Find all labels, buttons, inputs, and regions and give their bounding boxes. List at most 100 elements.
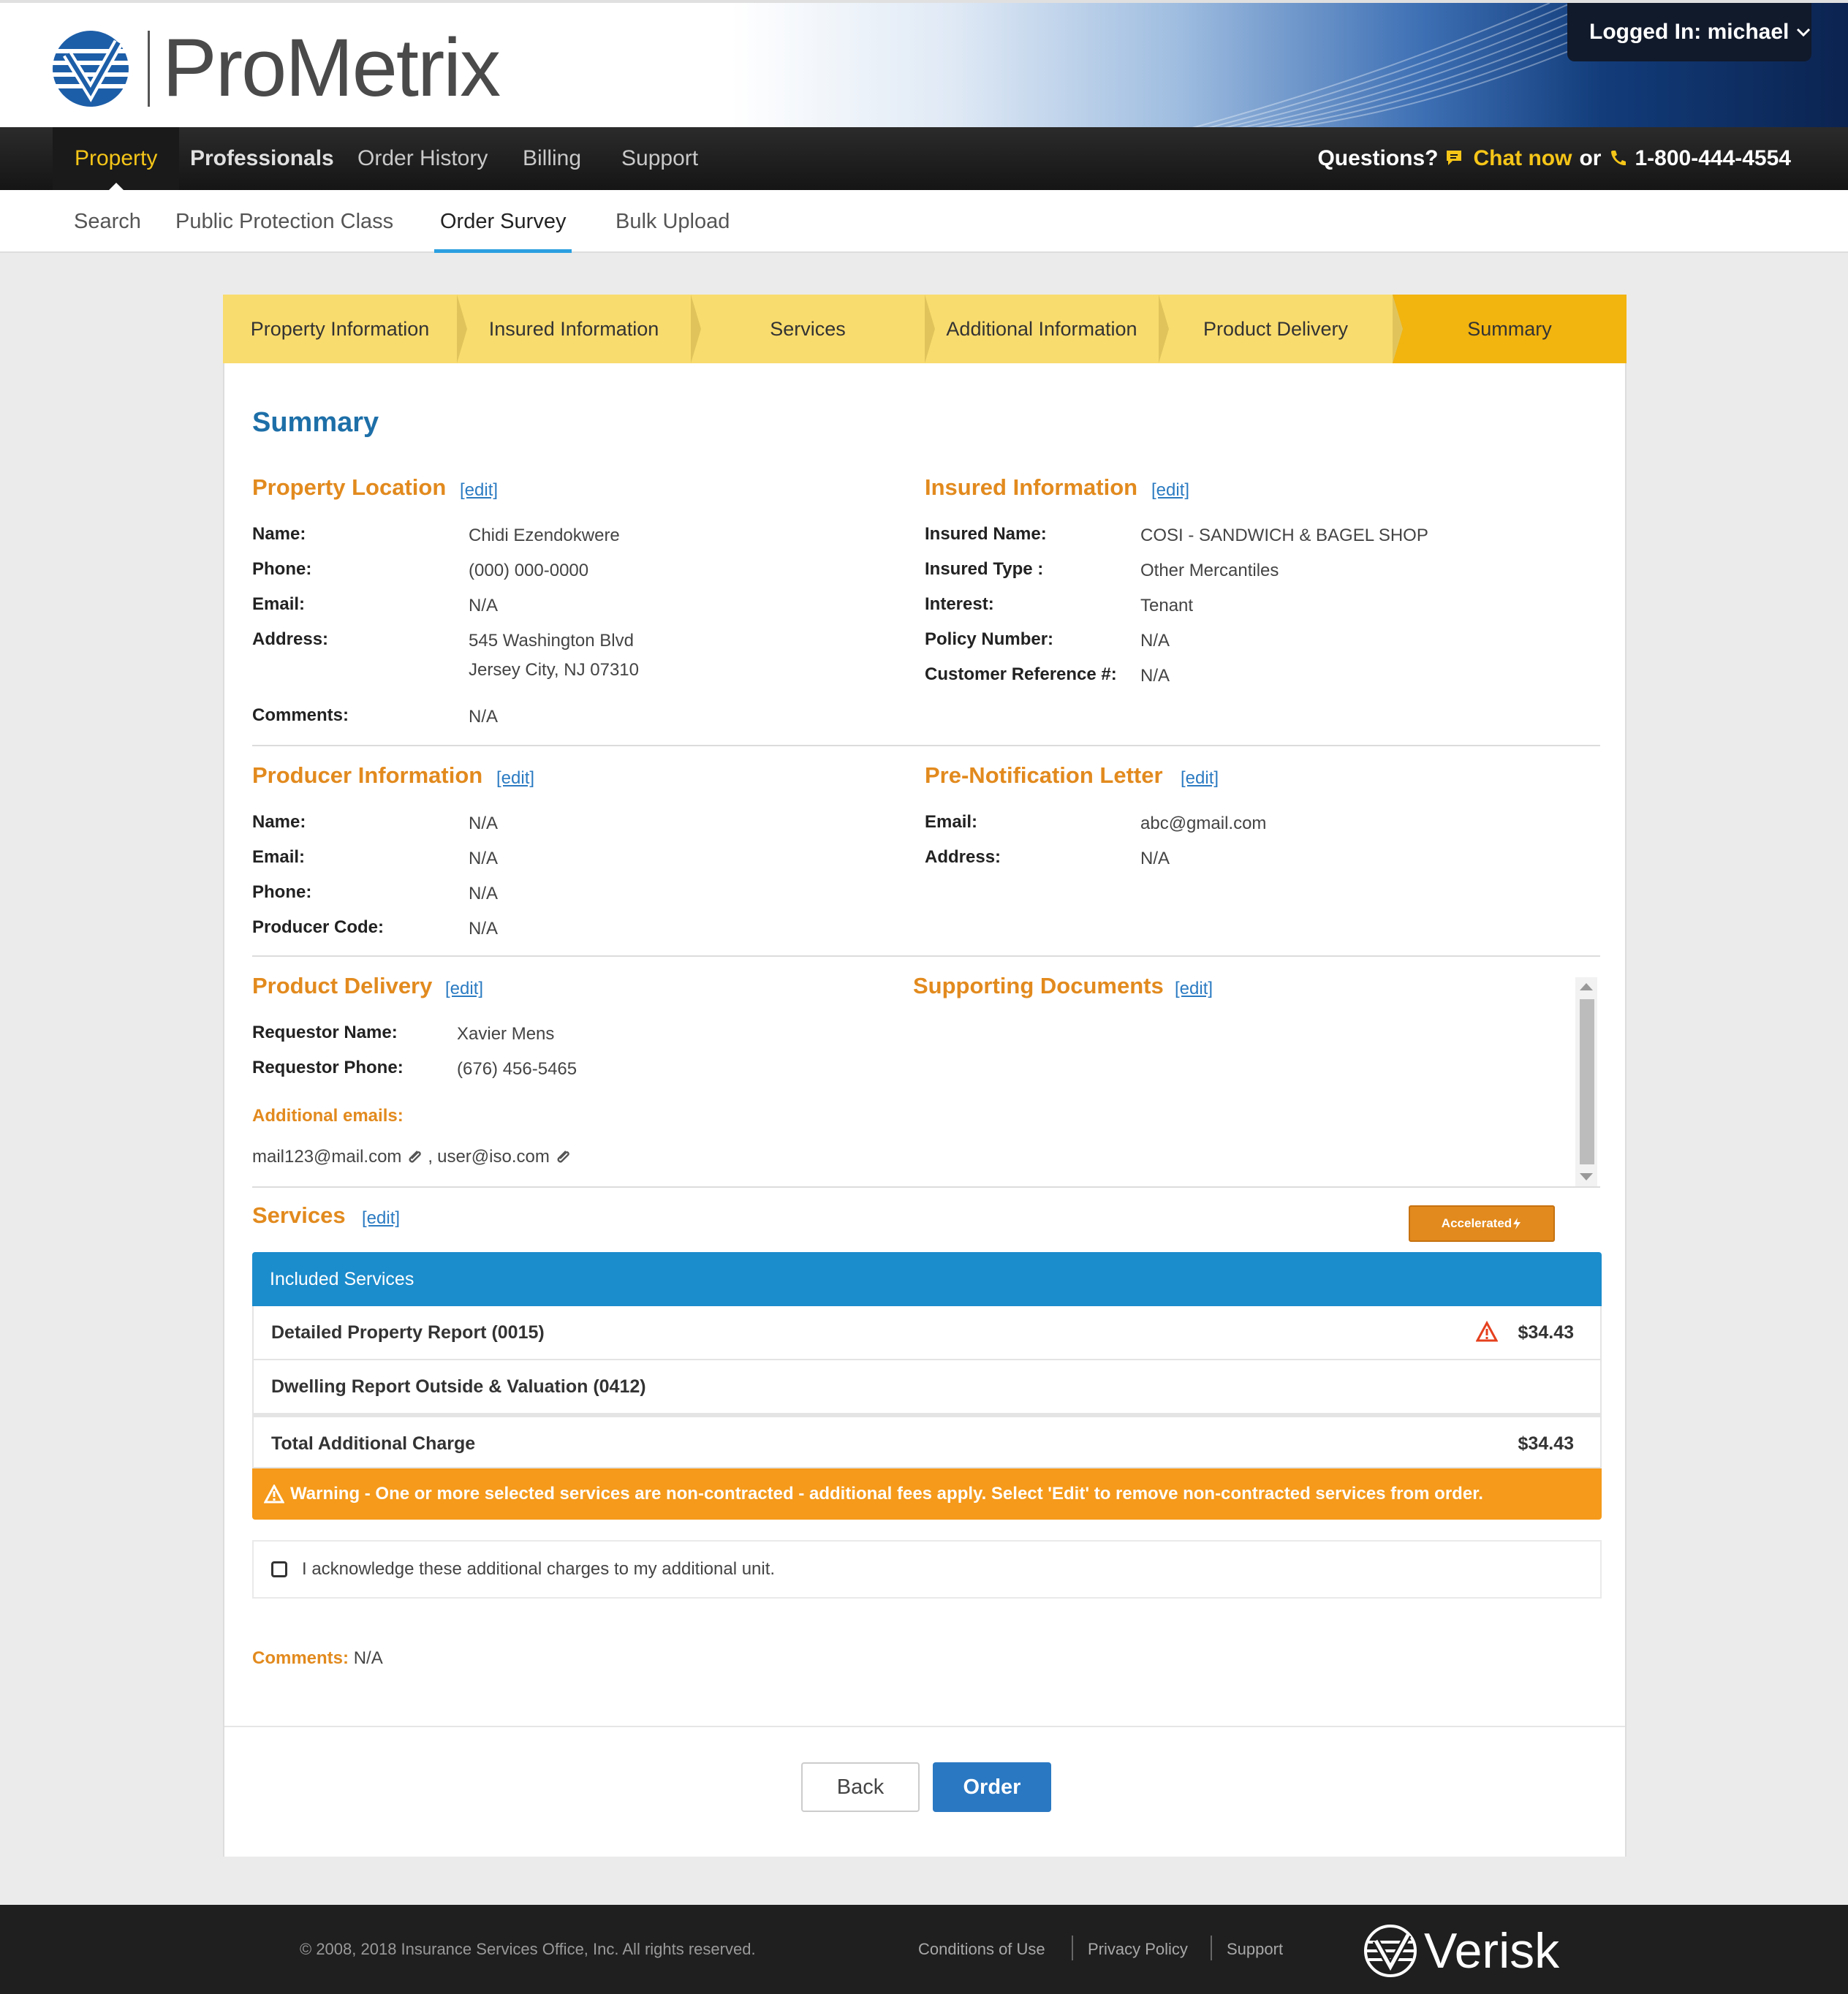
order-button[interactable]: Order [933, 1762, 1051, 1812]
nav-property[interactable]: Property [53, 127, 180, 190]
pl-email-value: N/A [469, 596, 499, 615]
prometrix-wordmark[interactable]: ProMetrix [162, 20, 501, 115]
order-stepper: Property Information Insured Information… [223, 295, 1627, 363]
service-name: Dwelling Report Outside & Valuation (041… [271, 1376, 646, 1397]
service-row: Detailed Property Report (0015) $34.43 [252, 1306, 1602, 1360]
acknowledge-label: I acknowledge these additional charges t… [302, 1559, 776, 1579]
subnav-bulk-upload[interactable]: Bulk Upload [616, 190, 730, 253]
services-table-header: Included Services [252, 1252, 1602, 1306]
pi-name-label: Name: [252, 812, 306, 832]
back-button[interactable]: Back [801, 1762, 920, 1812]
nav-billing[interactable]: Billing [523, 127, 581, 190]
ii-insured-name-label: Insured Name: [925, 524, 1047, 544]
subnav-order-survey[interactable]: Order Survey [434, 190, 572, 253]
ii-policy-label: Policy Number: [925, 629, 1054, 649]
edit-supporting-documents-link[interactable]: [edit] [1175, 979, 1213, 999]
footer-support-link[interactable]: Support [1227, 1940, 1283, 1959]
ii-customer-ref-value: N/A [1140, 666, 1170, 686]
page-footer: © 2008, 2018 Insurance Services Office, … [0, 1905, 1848, 1994]
product-delivery-title: Product Delivery [252, 973, 433, 998]
documents-scrollbar[interactable] [1575, 977, 1597, 1186]
support-phone[interactable]: 1-800-444-4554 [1635, 146, 1791, 171]
non-contracted-warning: Warning - One or more selected services … [252, 1468, 1602, 1520]
nav-professionals[interactable]: Professionals [190, 127, 334, 190]
subnav-search[interactable]: Search [74, 190, 141, 253]
prometrix-logo-icon[interactable] [51, 29, 130, 108]
comments-row: Comments: N/A [252, 1648, 383, 1669]
property-location-title: Property Location [252, 474, 447, 500]
logged-in-label: Logged In: michael [1589, 20, 1790, 44]
user-menu[interactable]: Logged In: michael [1567, 3, 1811, 61]
step-product-delivery[interactable]: Product Delivery [1159, 295, 1403, 363]
pd-additional-emails: mail123@mail.com , user@iso.com [252, 1147, 572, 1167]
ii-insured-type-label: Insured Type : [925, 559, 1044, 579]
or-label: or [1579, 146, 1602, 170]
pd-req-phone-label: Requestor Phone: [252, 1058, 404, 1077]
step-services[interactable]: Services [691, 295, 935, 363]
pi-code-label: Producer Code: [252, 917, 385, 937]
footer-separator [1072, 1936, 1073, 1960]
pn-address-label: Address: [925, 847, 1001, 867]
total-label: Total Additional Charge [271, 1433, 476, 1454]
acknowledge-checkbox[interactable] [271, 1561, 287, 1577]
additional-email-2: user@iso.com [437, 1147, 550, 1167]
ii-insured-type-value: Other Mercantiles [1140, 561, 1279, 580]
scroll-down-arrow-icon[interactable] [1580, 1173, 1593, 1180]
total-row: Total Additional Charge $34.43 [252, 1414, 1602, 1468]
section-divider [252, 955, 1600, 957]
accelerated-label: Accelerated [1441, 1216, 1512, 1230]
verisk-logo: Verisk [1364, 1922, 1559, 1979]
edit-services-link[interactable]: [edit] [362, 1208, 400, 1229]
verisk-logo-icon [1364, 1925, 1417, 1977]
step-summary[interactable]: Summary [1393, 295, 1627, 363]
edit-property-location-link[interactable]: [edit] [460, 480, 498, 501]
warning-triangle-icon [264, 1485, 284, 1504]
step-property-information[interactable]: Property Information [223, 295, 467, 363]
scroll-up-arrow-icon[interactable] [1580, 983, 1593, 990]
scrollbar-thumb[interactable] [1580, 999, 1594, 1164]
pre-notification-title: Pre-Notification Letter [925, 762, 1163, 788]
ii-customer-ref-label: Customer Reference #: [925, 664, 1117, 684]
step-additional-information[interactable]: Additional Information [925, 295, 1169, 363]
step-insured-information[interactable]: Insured Information [457, 295, 701, 363]
nav-support[interactable]: Support [621, 127, 698, 190]
pl-comments-label: Comments: [252, 705, 349, 725]
pd-req-phone-value: (676) 456-5465 [457, 1059, 578, 1079]
acknowledge-row: I acknowledge these additional charges t… [252, 1540, 1602, 1599]
subnav-public-protection-class[interactable]: Public Protection Class [175, 190, 393, 253]
total-price: $34.43 [1518, 1433, 1574, 1454]
footer-separator [1211, 1936, 1212, 1960]
pi-code-value: N/A [469, 919, 499, 939]
service-price: $34.43 [1518, 1322, 1574, 1343]
page-title: Summary [252, 407, 379, 438]
pl-phone-value: (000) 000-0000 [469, 561, 589, 580]
section-divider [252, 1186, 1600, 1188]
chat-icon[interactable] [1445, 149, 1466, 168]
footer-conditions-link[interactable]: Conditions of Use [918, 1940, 1045, 1959]
pi-email-label: Email: [252, 847, 306, 867]
phone-icon [1611, 151, 1627, 166]
pi-phone-value: N/A [469, 884, 499, 903]
pi-phone-label: Phone: [252, 882, 312, 902]
pn-address-value: N/A [1140, 849, 1170, 868]
producer-information-title: Producer Information [252, 762, 483, 788]
edit-pre-notification-link[interactable]: [edit] [1181, 768, 1219, 789]
copyright-text: © 2008, 2018 Insurance Services Office, … [300, 1940, 756, 1958]
edit-product-delivery-link[interactable]: [edit] [445, 979, 483, 999]
pl-address-line2: Jersey City, NJ 07310 [469, 660, 639, 680]
pl-name-value: Chidi Ezendokwere [469, 526, 620, 545]
email-separator: , [428, 1147, 433, 1167]
warning-text: Warning - One or more selected services … [290, 1484, 1483, 1504]
sub-nav: Search Public Protection Class Order Sur… [0, 190, 1848, 253]
accelerated-button[interactable]: Accelerated [1409, 1205, 1555, 1242]
comments-value: N/A [353, 1648, 383, 1668]
chevron-down-icon [1797, 28, 1811, 37]
footer-privacy-link[interactable]: Privacy Policy [1088, 1940, 1188, 1959]
pl-phone-label: Phone: [252, 559, 312, 579]
nav-order-history[interactable]: Order History [357, 127, 488, 190]
paperclip-icon [557, 1150, 569, 1163]
main-nav: Property Professionals Order History Bil… [0, 127, 1848, 190]
chat-now-link[interactable]: Chat now [1473, 146, 1572, 171]
edit-producer-information-link[interactable]: [edit] [496, 768, 534, 789]
edit-insured-information-link[interactable]: [edit] [1151, 480, 1189, 501]
